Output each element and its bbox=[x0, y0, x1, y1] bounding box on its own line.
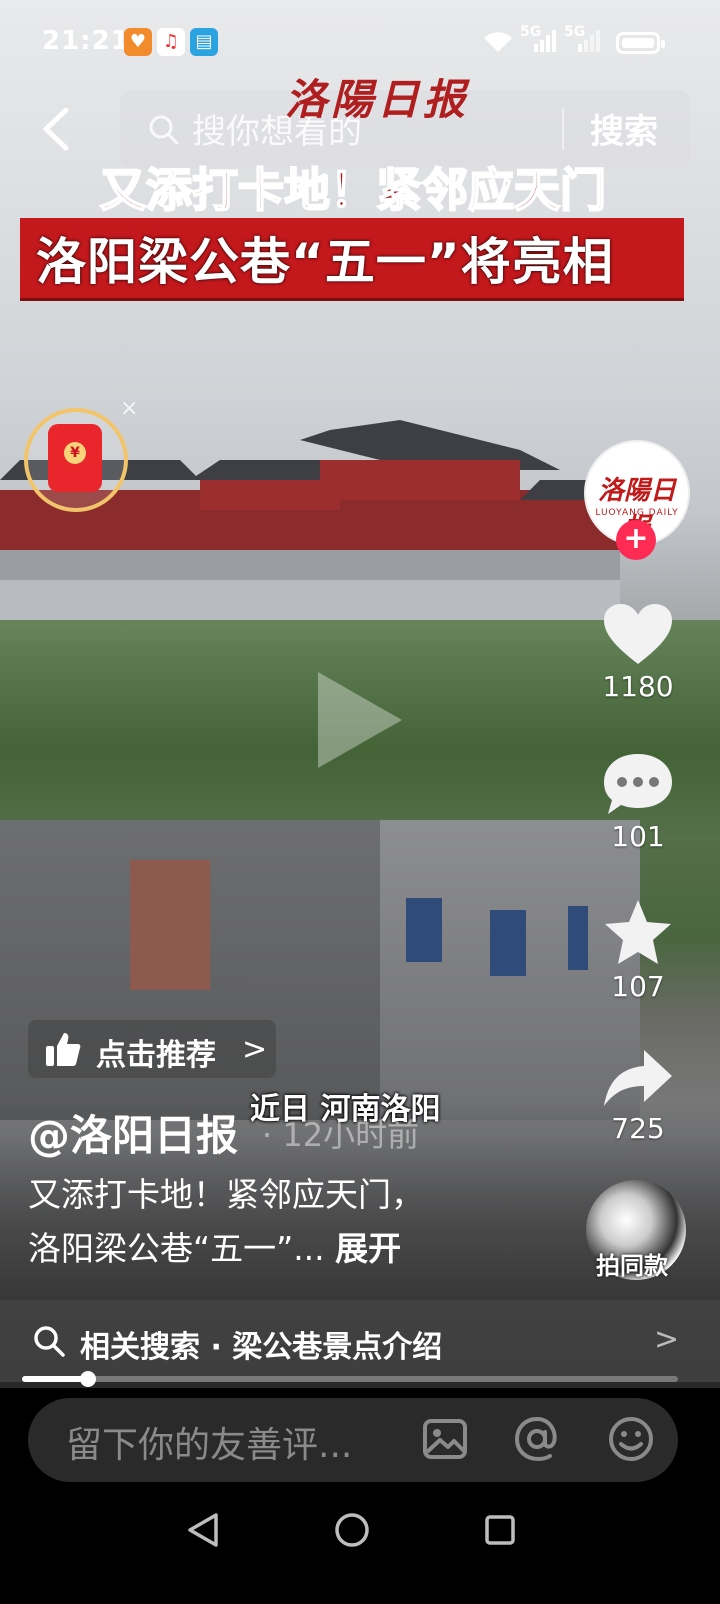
comment-placeholder: 留下你的友善评... bbox=[66, 1425, 353, 1466]
related-search-text: 相关搜索 · 梁公巷景点介绍 bbox=[80, 1330, 443, 1365]
progress-fill bbox=[22, 1376, 88, 1382]
comment-count: 101 bbox=[611, 820, 665, 853]
post-time: · 12小时前 bbox=[262, 1116, 420, 1154]
author-name[interactable]: @洛阳日报 bbox=[28, 1102, 238, 1163]
heart-icon bbox=[604, 604, 672, 664]
at-mention-icon[interactable] bbox=[512, 1414, 562, 1464]
coin-icon: ¥ bbox=[64, 442, 86, 464]
clock: 21:21 bbox=[42, 26, 130, 56]
chevron-right-icon: > bbox=[242, 1032, 268, 1067]
red-brick-wall bbox=[130, 860, 210, 990]
same-style-label: 拍同款 bbox=[596, 1252, 668, 1280]
share-icon bbox=[604, 1050, 672, 1106]
red-packet-icon[interactable]: ¥ bbox=[48, 424, 102, 492]
search-button[interactable]: 搜索 bbox=[590, 104, 658, 153]
battery-icon bbox=[616, 32, 665, 54]
window bbox=[490, 910, 526, 976]
emoji-icon[interactable] bbox=[606, 1414, 656, 1464]
nav-home-icon[interactable] bbox=[334, 1512, 370, 1548]
play-icon[interactable] bbox=[318, 672, 402, 768]
recommend-button[interactable]: 点击推荐 > bbox=[28, 1020, 276, 1078]
back-arrow-icon[interactable] bbox=[36, 104, 80, 154]
share-count: 725 bbox=[611, 1112, 665, 1145]
comment-icon bbox=[604, 754, 672, 814]
music-app-icon: ♫ bbox=[157, 28, 185, 56]
search-divider bbox=[562, 108, 564, 150]
image-icon[interactable] bbox=[420, 1414, 470, 1464]
expand-button[interactable]: 展开 bbox=[335, 1229, 401, 1268]
nav-recents-icon[interactable] bbox=[484, 1514, 516, 1546]
like-button[interactable]: 1180 bbox=[596, 602, 680, 703]
close-icon[interactable]: × bbox=[120, 396, 138, 421]
signal-icon-1 bbox=[534, 30, 558, 54]
window bbox=[568, 906, 588, 970]
heart-app-icon: ♥ bbox=[124, 28, 152, 56]
avatar-logo-sub: LUOYANG DAILY bbox=[595, 508, 679, 518]
window bbox=[406, 898, 442, 962]
thumbs-up-icon bbox=[46, 1033, 81, 1066]
recommend-label: 点击推荐 bbox=[96, 1038, 216, 1073]
related-search-bar[interactable]: 相关搜索 · 梁公巷景点介绍 > bbox=[0, 1300, 720, 1382]
signal-icon-2 bbox=[578, 30, 602, 54]
description-line-1: 又添打卡地！紧邻应天门， bbox=[28, 1175, 424, 1214]
search-icon bbox=[149, 115, 179, 145]
post-description[interactable]: 又添打卡地！紧邻应天门， 洛阳梁公巷“五一”... 展开 bbox=[28, 1168, 424, 1276]
share-button[interactable]: 725 bbox=[596, 1048, 680, 1145]
wifi-icon bbox=[484, 32, 512, 52]
progress-knob[interactable] bbox=[79, 1371, 96, 1387]
search-icon bbox=[34, 1326, 65, 1357]
description-line-2: 洛阳梁公巷“五一”... bbox=[28, 1229, 325, 1268]
video-progress-bar[interactable] bbox=[22, 1371, 678, 1387]
chevron-right-icon: > bbox=[654, 1322, 680, 1357]
follow-button[interactable]: + bbox=[616, 520, 656, 560]
star-icon bbox=[605, 900, 671, 964]
favorite-count: 107 bbox=[611, 970, 665, 1003]
video-headline-1: 又添打卡地！紧邻应天门 bbox=[99, 162, 607, 218]
like-count: 1180 bbox=[602, 670, 674, 703]
nav-back-icon[interactable] bbox=[186, 1512, 220, 1548]
video-headline-2: 洛阳梁公巷“五一”将亮相 bbox=[36, 233, 614, 291]
favorite-button[interactable]: 107 bbox=[596, 898, 680, 1003]
book-app-icon: ▤ bbox=[190, 28, 218, 56]
comment-button[interactable]: 101 bbox=[596, 752, 680, 853]
newspaper-watermark: 洛陽日报 bbox=[285, 75, 470, 124]
